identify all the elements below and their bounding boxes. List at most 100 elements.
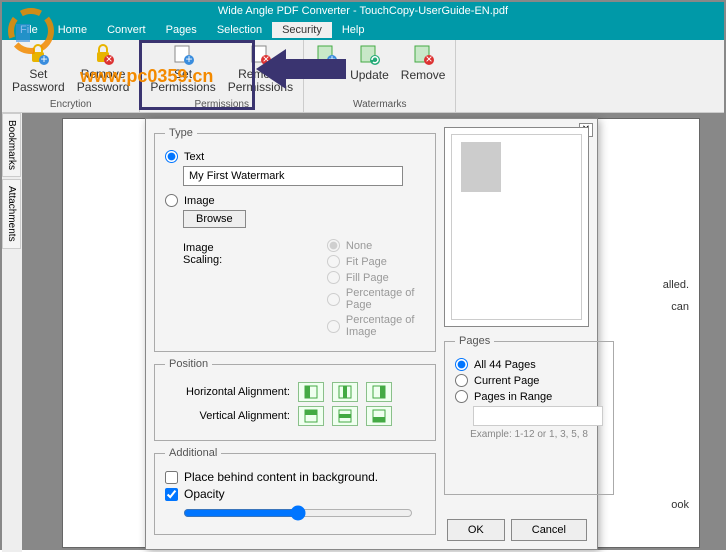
watermark-text-input[interactable] [183,166,403,186]
opacity-slider[interactable] [183,505,413,521]
pages-range-radio[interactable] [455,390,468,403]
bookmarks-tab[interactable]: Bookmarks [2,113,21,177]
lock-add-icon: + [26,42,50,66]
svg-text:×: × [263,52,270,66]
scaling-none-label: None [346,240,372,252]
add-watermark-button[interactable]: + Add [308,42,344,82]
encryption-group-label: Encrytion [50,99,92,112]
type-legend: Type [165,127,197,139]
watermark-add-icon: + [314,42,338,66]
remove-permissions-button[interactable]: × Remove Permissions [222,42,299,94]
scaling-fitpage-label: Fit Page [346,256,387,268]
permission-remove-icon: × [248,42,272,66]
attachments-tab[interactable]: Attachments [2,179,21,249]
pages-current-label: Current Page [474,375,539,387]
remove-watermark-button[interactable]: × Remove [395,42,452,82]
doc-fragment: can [671,301,689,313]
type-text-radio[interactable] [165,150,178,163]
permissions-group-label: Permissions [195,99,249,112]
set-permissions-button[interactable]: + Set Permissions [144,42,221,94]
ribbon: + Set Password × Remove Password Encryti… [2,40,724,113]
pages-range-input[interactable] [473,406,603,426]
watermarks-group-label: Watermarks [353,99,407,112]
type-text-label: Text [184,151,204,163]
position-fieldset: Position Horizontal Alignment: Vertical … [154,358,436,441]
set-password-label: Set Password [12,68,65,94]
menu-file[interactable]: File [10,22,48,38]
menu-home[interactable]: Home [48,22,97,38]
pages-range-label: Pages in Range [474,391,552,403]
opacity-label: Opacity [184,487,225,501]
image-scaling-label: Image Scaling: [183,242,242,341]
behind-content-label: Place behind content in background. [184,470,378,484]
lock-remove-icon: × [91,42,115,66]
scaling-pctpage-label: Percentage of Page [346,287,425,311]
permission-add-icon: + [171,42,195,66]
menu-convert[interactable]: Convert [97,22,156,38]
scaling-pctimage-label: Percentage of Image [346,314,425,338]
ribbon-group-permissions: + Set Permissions × Remove Permissions P… [140,40,304,112]
menu-bar: File Home Convert Pages Selection Securi… [2,20,724,40]
scaling-pctpage-radio[interactable] [327,293,340,306]
pages-fieldset: Pages All 44 Pages Current Page Pages in… [444,335,614,495]
pages-current-radio[interactable] [455,374,468,387]
browse-button[interactable]: Browse [183,210,246,228]
menu-pages[interactable]: Pages [156,22,207,38]
scaling-fillpage-radio[interactable] [327,271,340,284]
menu-help[interactable]: Help [332,22,375,38]
h-align-center-button[interactable] [332,382,358,402]
doc-fragment: alled. [663,279,689,291]
h-align-left-button[interactable] [298,382,324,402]
preview-thumbnail [461,142,501,192]
ribbon-group-watermarks: + Add Update × Remove Watermarks [304,40,456,112]
scaling-pctimage-radio[interactable] [327,320,340,333]
svg-text:+: + [329,52,336,66]
side-panel: Bookmarks Attachments [2,113,22,552]
remove-watermark-label: Remove [401,68,446,82]
cancel-button[interactable]: Cancel [511,519,587,541]
ok-button[interactable]: OK [447,519,505,541]
watermark-dialog: ✕ Type Text Image Browse Image Scaling: [145,118,598,550]
remove-permissions-label: Remove Permissions [228,68,293,94]
set-permissions-label: Set Permissions [150,68,215,94]
set-password-button[interactable]: + Set Password [6,42,71,94]
additional-fieldset: Additional Place behind content in backg… [154,447,436,535]
h-align-label: Horizontal Alignment: [165,386,290,398]
update-watermark-button[interactable]: Update [344,42,395,82]
scaling-none-radio[interactable] [327,239,340,252]
type-fieldset: Type Text Image Browse Image Scaling: No… [154,127,436,352]
v-align-middle-button[interactable] [332,406,358,426]
pages-all-label: All 44 Pages [474,359,536,371]
v-align-top-button[interactable] [298,406,324,426]
type-image-radio[interactable] [165,194,178,207]
position-legend: Position [165,358,212,370]
h-align-right-button[interactable] [366,382,392,402]
svg-text:×: × [426,52,433,66]
window-title: Wide Angle PDF Converter - TouchCopy-Use… [2,2,724,20]
type-image-label: Image [184,195,215,207]
watermark-remove-icon: × [411,42,435,66]
scaling-fillpage-label: Fill Page [346,272,389,284]
behind-content-checkbox[interactable] [165,471,178,484]
opacity-checkbox[interactable] [165,488,178,501]
menu-selection[interactable]: Selection [207,22,272,38]
additional-legend: Additional [165,447,221,459]
remove-password-label: Remove Password [77,68,130,94]
add-watermark-label: Add [315,68,336,82]
menu-security[interactable]: Security [272,22,332,38]
ribbon-group-encryption: + Set Password × Remove Password Encryti… [2,40,140,112]
v-align-bottom-button[interactable] [366,406,392,426]
pages-all-radio[interactable] [455,358,468,371]
doc-fragment: ook [671,499,689,511]
svg-text:+: + [41,52,48,66]
update-watermark-label: Update [350,68,389,82]
watermark-preview [444,127,589,327]
svg-text:+: + [186,52,193,66]
v-align-label: Vertical Alignment: [165,410,290,422]
pages-legend: Pages [455,335,494,347]
watermark-update-icon [357,42,381,66]
pages-example-text: Example: 1-12 or 1, 3, 5, 8 [455,429,603,440]
scaling-fitpage-radio[interactable] [327,255,340,268]
svg-text:×: × [106,52,113,66]
remove-password-button[interactable]: × Remove Password [71,42,136,94]
